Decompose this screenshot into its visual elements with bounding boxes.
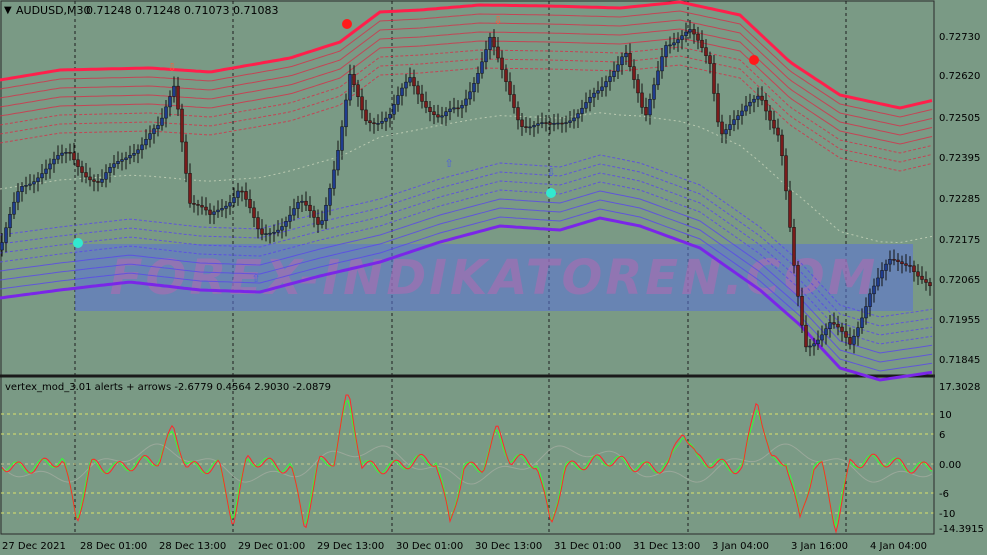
buy-signal-dot	[73, 238, 83, 248]
time-tick: 4 Jan 04:00	[870, 541, 927, 552]
time-tick: 3 Jan 04:00	[712, 541, 769, 552]
time-tick: 30 Dec 01:00	[396, 541, 463, 552]
time-tick: 29 Dec 13:00	[317, 541, 384, 552]
time-tick: 28 Dec 13:00	[159, 541, 226, 552]
price-tick: 0.72065	[939, 275, 980, 286]
watermark-text: FOREX-INDIKATOREN.COM	[110, 250, 879, 306]
up-arrow-icon: ⇧	[444, 157, 453, 170]
indicator-tick: -10	[939, 509, 955, 520]
time-tick: 31 Dec 01:00	[554, 541, 621, 552]
indicator-tick: 10	[939, 410, 952, 421]
indicator-label: vertex_mod_3.01 alerts + arrows -2.6779 …	[5, 382, 331, 393]
sell-signal-dot	[749, 55, 759, 65]
down-arrow-icon: ⇩	[167, 61, 176, 74]
indicator-tick: 17.3028	[939, 382, 980, 393]
time-tick: 29 Dec 01:00	[238, 541, 305, 552]
symbol-label: AUDUSD,M30	[16, 4, 91, 17]
time-tick: 30 Dec 13:00	[475, 541, 542, 552]
price-tick: 0.72620	[939, 71, 980, 82]
price-tick: 0.72175	[939, 235, 980, 246]
time-tick: 27 Dec 2021	[2, 541, 66, 552]
indicator-tick: -6	[939, 489, 949, 500]
price-tick: 0.72505	[939, 113, 980, 124]
indicator-tick: -14.3915	[939, 524, 984, 535]
price-tick: 0.71955	[939, 315, 980, 326]
time-tick: 31 Dec 13:00	[633, 541, 700, 552]
down-arrow-icon: ⇩	[493, 14, 502, 27]
price-tick: 0.72395	[939, 153, 980, 164]
up-arrow-icon: ⇩	[546, 166, 555, 179]
up-arrow-icon: ⇧	[251, 272, 260, 285]
indicator-tick: 0.00	[939, 460, 961, 471]
price-chart-window[interactable]: FOREX-INDIKATOREN.COM ⇩ ⇩ ⇧ ⇩ ⇧ ▼ AUDUSD…	[0, 0, 987, 555]
ohlc-values: 0.71248 0.71248 0.71073 0.71083	[86, 4, 278, 17]
time-tick: 3 Jan 16:00	[791, 541, 848, 552]
buy-signal-dot	[546, 188, 556, 198]
price-tick: 0.71845	[939, 355, 980, 366]
indicator-tick: 6	[939, 430, 945, 441]
collapse-triangle-icon: ▼	[4, 5, 12, 16]
price-tick: 0.72730	[939, 32, 980, 43]
price-tick: 0.72285	[939, 194, 980, 205]
sell-signal-dot	[342, 19, 352, 29]
time-tick: 28 Dec 01:00	[80, 541, 147, 552]
symbol-header: ▼ AUDUSD,M30 0.71248 0.71248 0.71073 0.7…	[4, 4, 278, 17]
